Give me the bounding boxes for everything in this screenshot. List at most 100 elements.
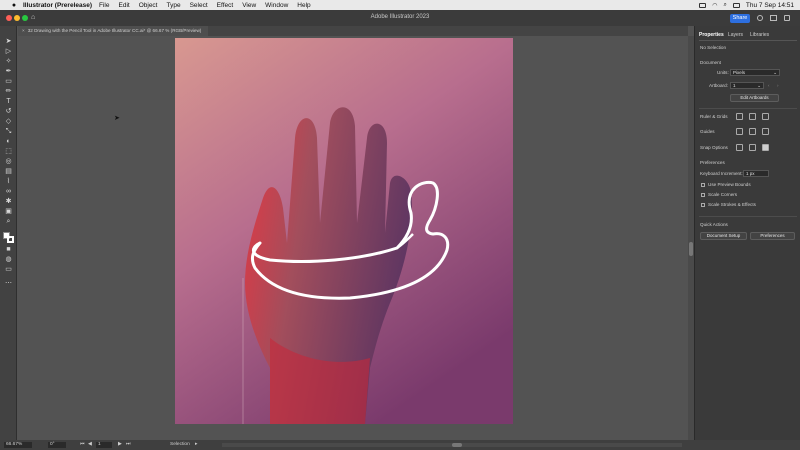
direct-selection-tool-icon[interactable]: ▷ [4,48,13,56]
quick-actions-heading: Quick Actions [700,222,728,227]
units-value: Pixels [733,70,746,75]
stroke-color-swatch[interactable] [7,236,14,243]
scale-corners-checkbox[interactable] [701,193,705,197]
lock-guides-icon[interactable] [749,128,756,135]
menu-select[interactable]: Select [190,2,208,9]
artboard-artwork [175,38,513,424]
snap-to-glyph-icon[interactable] [762,144,769,151]
edit-toolbar-icon[interactable]: ⋯ [4,280,13,288]
current-tool-label: Selection [170,442,190,447]
control-center-icon[interactable] [732,2,740,8]
pen-tool-icon[interactable]: ✒ [4,68,13,76]
tab-libraries[interactable]: Libraries [750,32,769,38]
warp-tool-icon[interactable]: ◐ [4,138,13,146]
keyboard-increment-value: 1 px [746,171,755,176]
grid-icon[interactable] [749,113,756,120]
next-artboard-nav-icon[interactable]: ▶ [118,442,122,448]
document-tab-label: 32 Drawing with the Pencil Tool in Adobe… [27,28,202,33]
next-artboard-icon[interactable]: › [777,83,779,88]
artboard[interactable] [175,38,513,424]
rotate-tool-icon[interactable]: ↺ [4,108,13,116]
app-title-bar: ⌂ Adobe Illustrator 2023 Share [0,10,800,26]
prev-artboard-icon[interactable]: ‹ [768,83,770,88]
artboard-number: 1 [98,442,101,447]
menu-object[interactable]: Object [139,2,158,9]
eyedropper-tool-icon[interactable]: ⌇ [4,178,13,186]
vertical-scrollbar-thumb[interactable] [689,242,693,256]
menu-edit[interactable]: Edit [119,2,130,9]
artboard-select[interactable]: 1 ⌄ [730,82,764,89]
ruler-icon[interactable] [736,113,743,120]
tab-layers[interactable]: Layers [728,32,743,38]
scale-strokes-label: Scale Strokes & Effects [708,202,756,207]
share-button[interactable]: Share [730,14,750,23]
arrange-documents-icon[interactable] [770,15,777,21]
rotation-select[interactable]: 0° [48,442,66,448]
menu-help[interactable]: Help [297,2,310,9]
apple-icon[interactable]: ● [10,2,18,9]
free-transform-tool-icon[interactable]: ⬚ [4,148,13,156]
screen-mode-icon[interactable]: ▭ [4,266,13,274]
chevron-down-icon: ⌄ [757,83,761,88]
document-heading: Document [700,60,721,65]
zoom-select[interactable]: 66.67% [4,442,32,448]
menu-type[interactable]: Type [167,2,181,9]
shape-builder-tool-icon[interactable]: ◎ [4,158,13,166]
status-menu-icon[interactable]: ▸ [195,442,197,448]
keyboard-increment-input[interactable]: 1 px [743,170,769,177]
close-tab-icon[interactable]: × [22,28,25,33]
use-preview-bounds-label: Use Preview Bounds [708,182,751,187]
transparency-grid-icon[interactable] [762,113,769,120]
gradient-tool-icon[interactable]: ▤ [4,168,13,176]
document-tab-bar: × 32 Drawing with the Pencil Tool in Adob… [18,26,688,36]
panel-divider [699,216,797,217]
preferences-button[interactable]: Preferences [750,232,795,240]
menu-file[interactable]: File [99,2,109,9]
first-artboard-icon[interactable]: ⏮ [80,442,84,448]
rectangle-tool-icon[interactable]: ▭ [4,78,13,86]
status-bar: 66.67% 0° ⏮ ◀ 1 ▶ ⏭ Selection ▸ [0,440,800,450]
type-tool-icon[interactable]: T [4,98,13,106]
last-artboard-icon[interactable]: ⏭ [126,442,130,448]
draw-mode-icon[interactable]: ◍ [4,256,13,264]
units-select[interactable]: Pixels ⌄ [730,69,780,76]
menubar-clock[interactable]: Thu 7 Sep 14:51 [746,2,794,9]
battery-icon[interactable] [699,2,707,8]
menu-window[interactable]: Window [265,2,288,9]
panel-divider [699,108,797,109]
snap-options-label: Snap Options [700,145,728,150]
menu-effect[interactable]: Effect [217,2,234,9]
keyboard-increment-label: Keyboard Increment: [700,171,743,176]
document-tab[interactable]: × 32 Drawing with the Pencil Tool in Adob… [18,26,208,36]
clear-guides-icon[interactable] [762,128,769,135]
tab-properties[interactable]: Properties [699,32,724,38]
snap-to-point-icon[interactable] [736,144,743,151]
magic-wand-tool-icon[interactable]: ✧ [4,58,13,66]
menu-view[interactable]: View [242,2,256,9]
artboard-number-input[interactable]: 1 [96,442,112,448]
document-setup-button[interactable]: Document Setup [700,232,747,240]
pencil-tool-icon[interactable]: ✏ [4,88,13,96]
use-preview-bounds-checkbox[interactable] [701,183,705,187]
symbol-sprayer-tool-icon[interactable]: ✱ [4,198,13,206]
edit-artboards-button[interactable]: Edit Artboards [730,94,779,102]
app-menu[interactable]: Illustrator (Prerelease) [23,2,92,9]
artboard-tool-icon[interactable]: ▣ [4,208,13,216]
search-icon[interactable]: ⌕ [724,2,727,9]
selection-status: No Selection [700,45,727,50]
learn-icon[interactable] [757,15,763,21]
prev-artboard-nav-icon[interactable]: ◀ [88,442,92,448]
eraser-tool-icon[interactable]: ◇ [4,118,13,126]
zoom-tool-icon[interactable]: ⌕ [4,218,13,226]
scale-tool-icon[interactable]: ⤡ [4,128,13,136]
blend-tool-icon[interactable]: ∞ [4,188,13,196]
color-mode-icon[interactable]: ■ [4,246,13,254]
selection-tool-icon[interactable]: ➤ [4,38,13,46]
snap-to-pixel-icon[interactable] [749,144,756,151]
workspace-icon[interactable] [784,15,790,21]
wifi-icon[interactable]: ◠ [712,2,717,9]
horizontal-scrollbar-thumb[interactable] [452,443,462,447]
scale-strokes-checkbox[interactable] [701,203,705,207]
tools-panel: ➤ ▷ ✧ ✒ ▭ ✏ T ↺ ◇ ⤡ ◐ ⬚ ◎ ▤ ⌇ ∞ ✱ ▣ ⌕ ■ … [0,26,17,440]
show-guides-icon[interactable] [736,128,743,135]
